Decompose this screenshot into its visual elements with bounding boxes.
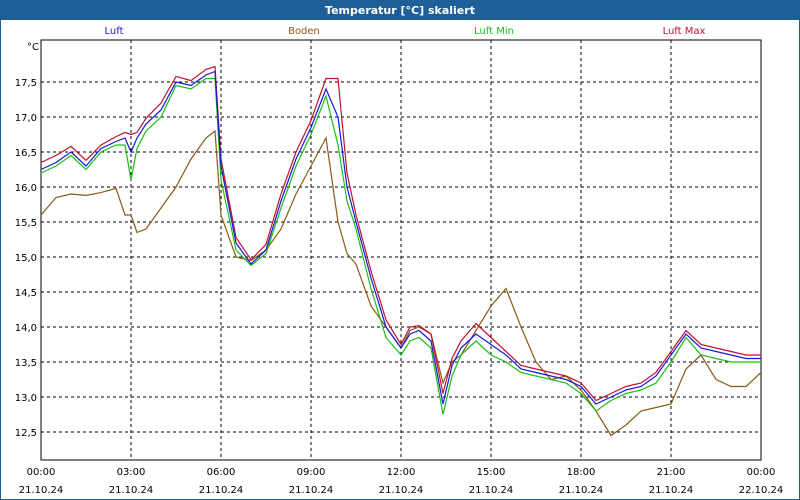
y-tick-label: 16,5: [15, 148, 37, 159]
x-tick-date: 21.10.24: [109, 485, 154, 496]
y-tick-label: 16,0: [15, 183, 37, 194]
legend-luft: Luft: [105, 26, 124, 37]
x-tick-time: 18:00: [567, 467, 596, 478]
x-tick-date: 21.10.24: [469, 485, 514, 496]
y-tick-label: 15,5: [15, 218, 37, 229]
x-tick-date: 21.10.24: [379, 485, 424, 496]
x-axis-ticks: 00:00 21.10.24 03:00 21.10.24 06:00 21.10.24 0…: [19, 467, 784, 496]
x-tick-time: 06:00: [207, 467, 236, 478]
legend-luft-max: Luft Max: [663, 26, 706, 37]
x-tick-time: 00:00: [747, 467, 776, 478]
window-title: Temperatur [°C] skaliert: [325, 4, 475, 17]
legend-luft-min: Luft Min: [474, 26, 514, 37]
grid-lines: [41, 40, 761, 460]
y-tick-label: 15,0: [15, 253, 37, 264]
y-tick-label: 17,5: [15, 78, 37, 89]
x-tick-time: 12:00: [387, 467, 416, 478]
y-axis-ticks: 12,5 13,0 13,5 14,0 14,5 15,0 15,5 16,0 16,5 17,0…: [15, 78, 37, 439]
x-tick-date: 21.10.24: [649, 485, 694, 496]
temperature-chart: Luft Boden Luft Min Luft Max °C 12,5 13,0…: [15, 26, 784, 496]
x-tick-date: 21.10.24: [199, 485, 244, 496]
x-tick-time: 03:00: [117, 467, 146, 478]
y-axis-unit: °C: [27, 42, 39, 53]
x-tick-date: 21.10.24: [19, 485, 64, 496]
x-tick-time: 00:00: [27, 467, 56, 478]
y-tick-label: 13,5: [15, 358, 37, 369]
y-tick-label: 17,0: [15, 113, 37, 124]
y-tick-label: 14,0: [15, 323, 37, 334]
x-tick-date: 22.10.24: [739, 485, 784, 496]
y-tick-label: 13,0: [15, 393, 37, 404]
x-tick-date: 21.10.24: [559, 485, 604, 496]
y-tick-label: 14,5: [15, 288, 37, 299]
x-tick-time: 15:00: [477, 467, 506, 478]
x-tick-date: 21.10.24: [289, 485, 334, 496]
title-bar: Temperatur [°C] skaliert: [1, 1, 799, 20]
x-tick-time: 09:00: [297, 467, 326, 478]
chart-window: Temperatur [°C] skaliert Luft Boden Luft…: [0, 0, 800, 500]
legend-boden: Boden: [288, 26, 320, 37]
y-tick-label: 12,5: [15, 428, 37, 439]
x-tick-time: 21:00: [657, 467, 686, 478]
